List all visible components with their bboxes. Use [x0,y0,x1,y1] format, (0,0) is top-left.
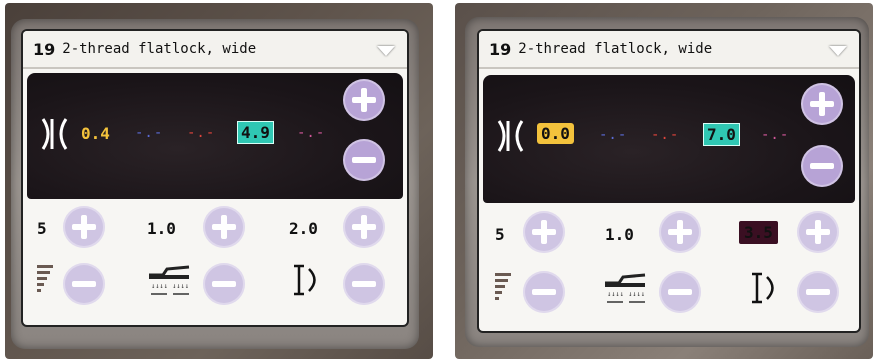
cutwidth-minus-button[interactable] [797,271,839,313]
length-minus-button[interactable] [203,263,245,305]
cutwidth-plus-button[interactable] [343,206,385,248]
dash-value-red[interactable]: -.- [187,125,215,141]
dash-value-pink[interactable]: -.- [761,127,789,143]
cutwidth-plus-button[interactable] [797,211,839,253]
svg-text:↓↓↓↓ ↓↓↓↓: ↓↓↓↓ ↓↓↓↓ [151,282,189,290]
length-plus-button[interactable] [659,211,701,253]
length-plus-button[interactable] [203,206,245,248]
dash-value-blue[interactable]: -.- [135,125,163,141]
dash-value-red[interactable]: -.- [651,127,679,143]
stitch-name: 2-thread flatlock, wide [518,41,713,57]
tension-plus-button[interactable] [523,211,565,253]
screen-photo-left: 19 2-thread flatlock, wide 0.4 -.- -.- 4… [5,3,433,359]
stitch-selector[interactable]: 19 2-thread flatlock, wide [479,31,859,69]
svg-text:↓↓↓↓ ↓↓↓↓: ↓↓↓↓ ↓↓↓↓ [607,290,645,298]
width-plus-button[interactable] [801,83,843,125]
tension-value: 5 [495,225,505,244]
dropdown-arrow-icon[interactable] [829,46,847,56]
cutting-width-icon [294,264,316,296]
needle-position-value[interactable]: 0.4 [81,124,110,143]
stitch-length-value: 1.0 [605,225,634,244]
presser-foot-icon: ↓↓↓↓ ↓↓↓↓ [149,265,190,295]
width-plus-button[interactable] [343,79,385,121]
dash-value-pink[interactable]: -.- [297,125,325,141]
tension-minus-button[interactable] [63,263,105,305]
stitch-number: 19 [489,39,512,59]
length-minus-button[interactable] [659,271,701,313]
width-minus-button[interactable] [801,145,843,187]
tension-bars-icon [495,273,511,300]
stitch-length-value: 1.0 [147,219,176,238]
tension-plus-button[interactable] [63,206,105,248]
stitch-width-icon [41,118,68,150]
stitch-number: 19 [33,39,56,59]
tension-value: 5 [37,219,47,238]
cutwidth-minus-button[interactable] [343,263,385,305]
cutting-width-value: 3.5 [739,221,778,244]
dropdown-arrow-icon[interactable] [377,46,395,56]
tension-minus-button[interactable] [523,271,565,313]
touch-screen: 19 2-thread flatlock, wide 0.4 -.- -.- 4… [23,31,407,325]
stitch-name: 2-thread flatlock, wide [62,41,257,57]
cutting-width-icon [752,272,774,304]
screen-photo-right: 19 2-thread flatlock, wide 0.0 -.- -.- 7… [455,3,873,359]
presser-foot-icon: ↓↓↓↓ ↓↓↓↓ [605,273,646,303]
display-bezel: 19 2-thread flatlock, wide 0.4 -.- -.- 4… [11,19,419,349]
cutting-width-value: 2.0 [289,219,318,238]
width-minus-button[interactable] [343,139,385,181]
stitch-width-panel: 0.4 -.- -.- 4.9 -.- [27,73,403,199]
stitch-width-icon [497,120,524,152]
needle-position-value[interactable]: 0.0 [537,123,574,144]
selected-width-value[interactable]: 4.9 [237,121,274,144]
stitch-selector[interactable]: 19 2-thread flatlock, wide [23,31,407,69]
selected-width-value[interactable]: 7.0 [703,123,740,146]
display-bezel: 19 2-thread flatlock, wide 0.0 -.- -.- 7… [465,17,869,347]
stitch-width-panel: 0.0 -.- -.- 7.0 -.- [483,75,855,203]
dash-value-blue[interactable]: -.- [599,127,627,143]
tension-bars-icon [37,265,53,292]
touch-screen: 19 2-thread flatlock, wide 0.0 -.- -.- 7… [479,31,859,331]
